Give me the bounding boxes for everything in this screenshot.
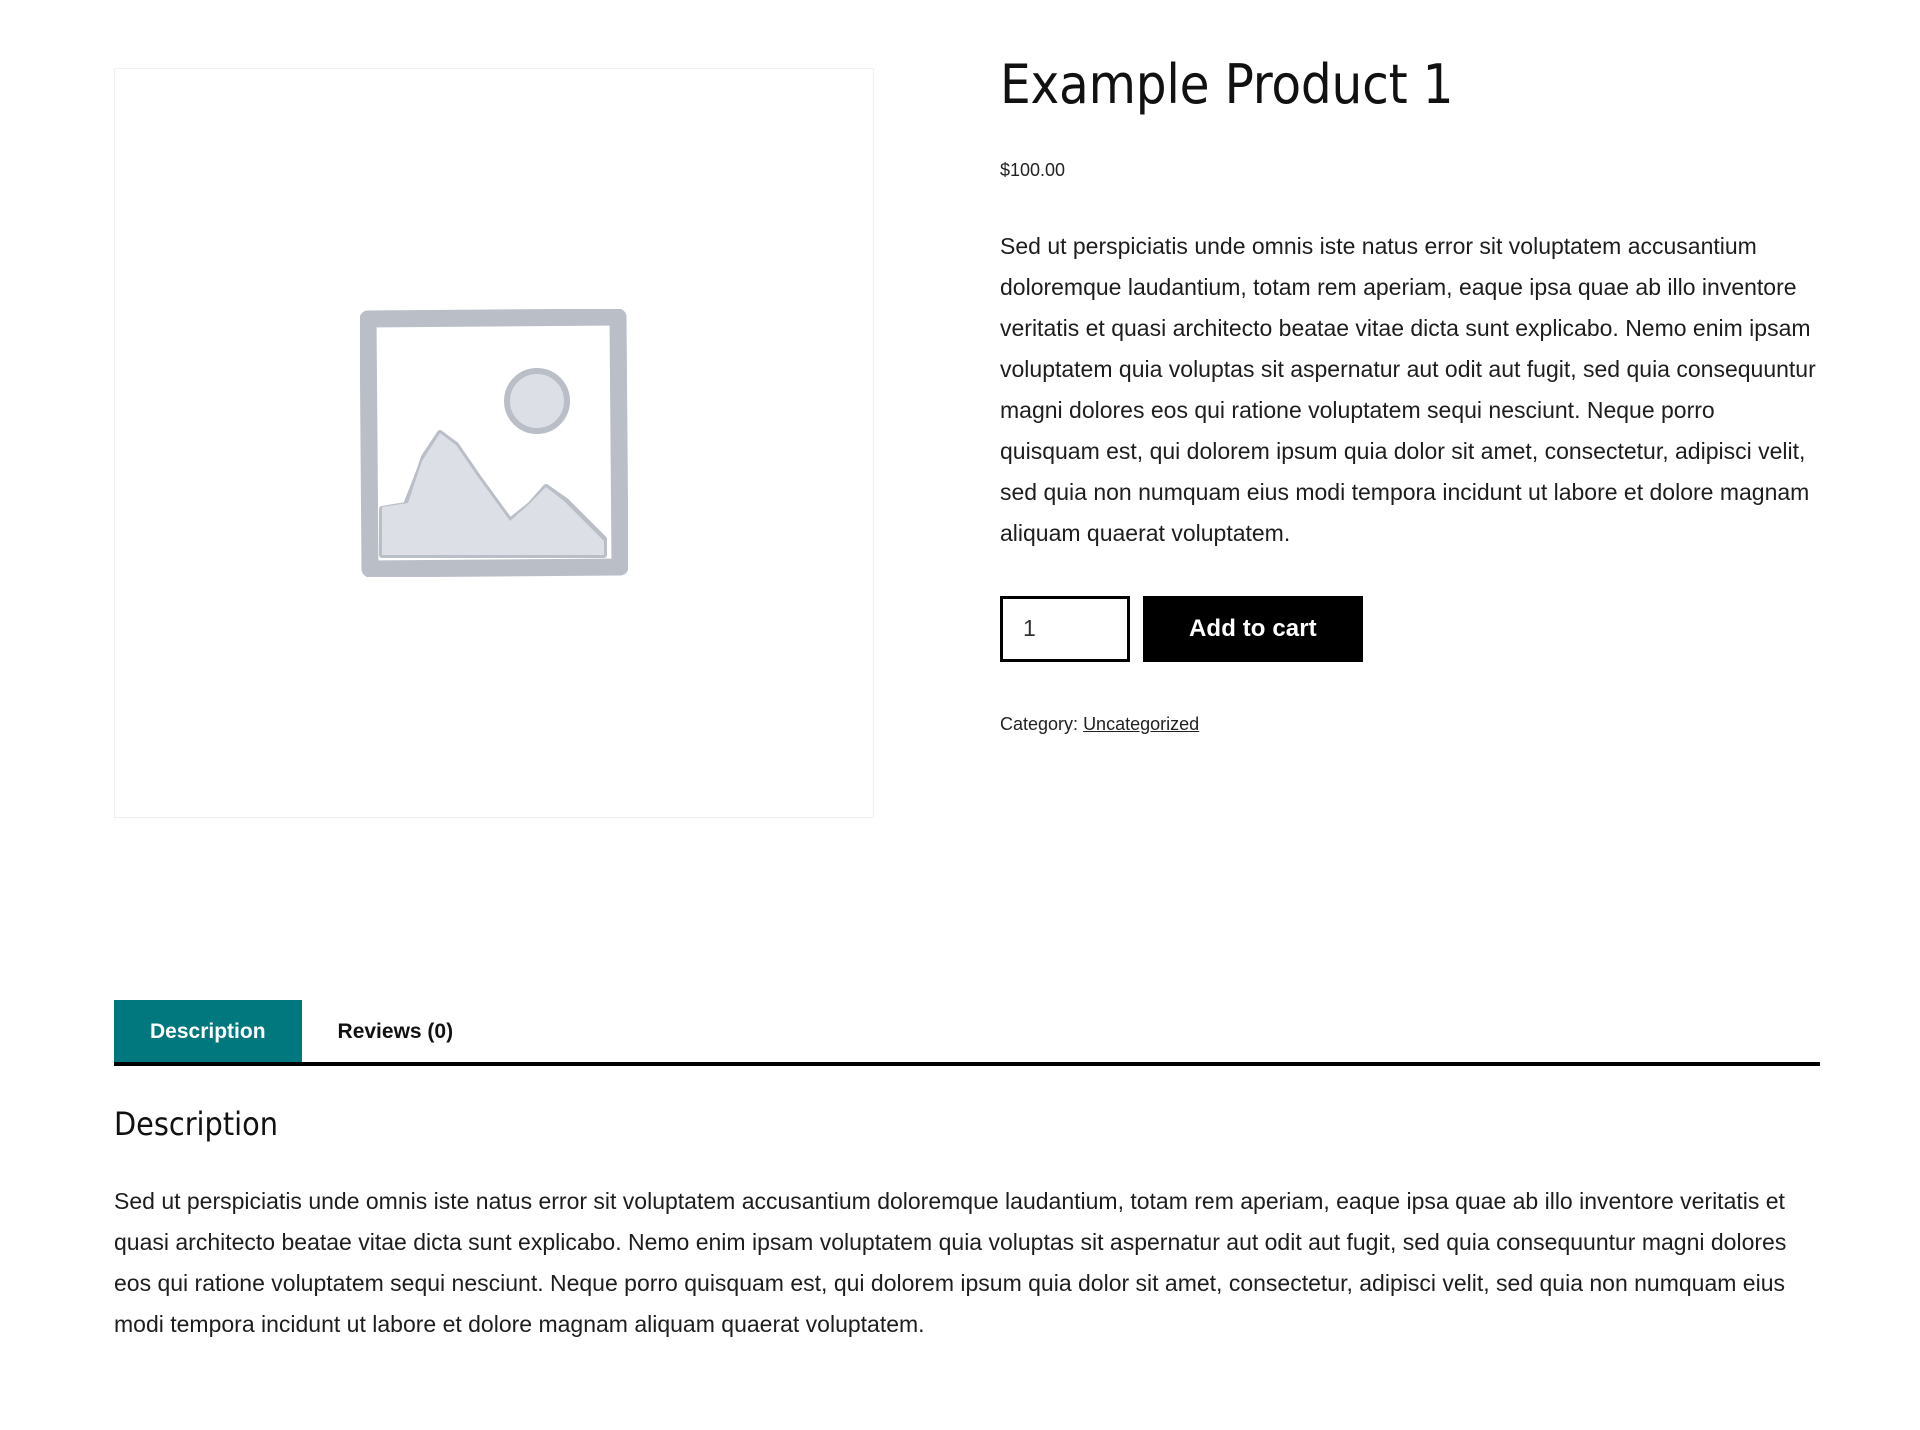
tabs-list: Description Reviews (0) bbox=[114, 1000, 1820, 1066]
quantity-input[interactable] bbox=[1000, 595, 1130, 662]
tab-panel-description: Description Sed ut perspiciatis unde omn… bbox=[114, 1105, 1820, 1345]
product-title: Example Product 1 bbox=[1000, 53, 1454, 116]
tab-description-label: Description bbox=[114, 1000, 302, 1062]
add-to-cart-form: Add to cart bbox=[1000, 595, 1820, 662]
panel-body-text: Sed ut perspiciatis unde omnis iste natu… bbox=[114, 1188, 1787, 1338]
tab-description[interactable]: Description bbox=[114, 1000, 302, 1062]
tab-reviews-label: Reviews (0) bbox=[301, 1000, 490, 1062]
add-to-cart-button[interactable]: Add to cart bbox=[1143, 595, 1363, 662]
product-short-description: Sed ut perspiciatis unde omnis iste natu… bbox=[1000, 233, 1816, 547]
product-tabs: Description Reviews (0) bbox=[114, 1000, 1820, 1066]
category-label: Category: bbox=[1000, 713, 1079, 734]
panel-heading: Description bbox=[114, 1105, 278, 1143]
category-link[interactable]: Uncategorized bbox=[1083, 714, 1199, 734]
product-gallery[interactable] bbox=[114, 68, 874, 818]
product-page: Example Product 1 $100.00 Sed ut perspic… bbox=[0, 0, 1920, 1430]
placeholder-image-icon bbox=[360, 309, 628, 577]
tab-reviews[interactable]: Reviews (0) bbox=[301, 1000, 490, 1062]
product-meta: Category: Uncategorized bbox=[1000, 714, 1820, 735]
product-price: $100.00 bbox=[1000, 160, 1066, 181]
product-summary: Example Product 1 $100.00 Sed ut perspic… bbox=[1000, 53, 1820, 735]
